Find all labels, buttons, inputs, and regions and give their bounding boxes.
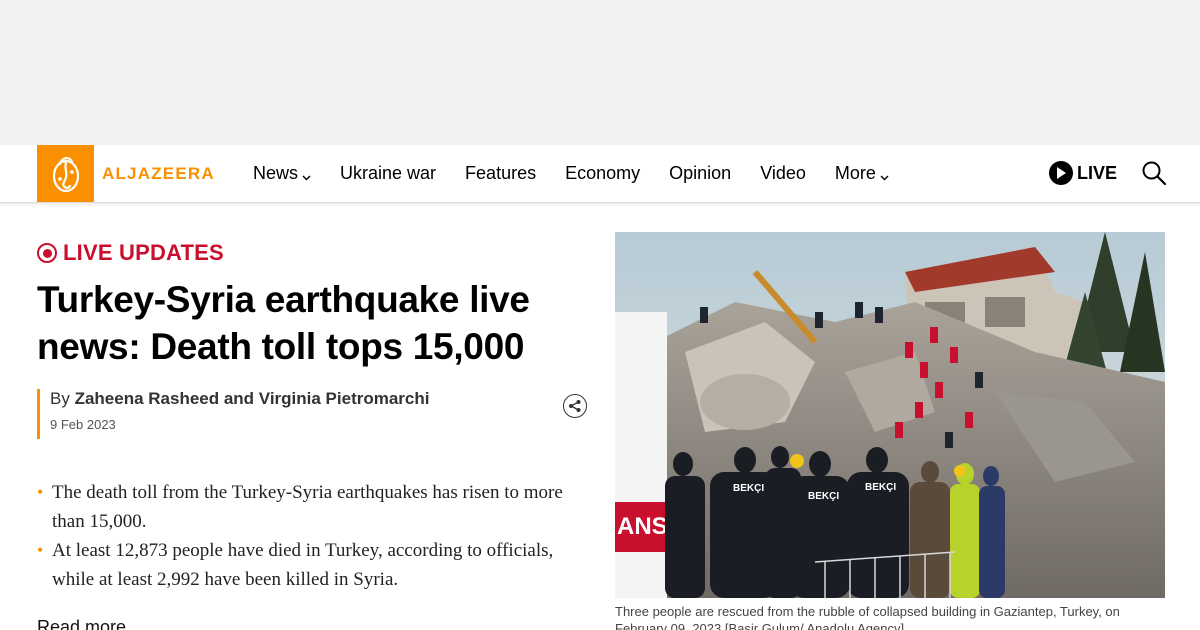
search-icon[interactable]	[1141, 160, 1167, 186]
live-updates-kicker: LIVE UPDATES	[37, 240, 224, 266]
nav-item-more[interactable]: More	[835, 161, 889, 186]
live-button-label: LIVE	[1077, 162, 1118, 183]
summary-bullet: At least 12,873 people have died in Turk…	[37, 536, 592, 594]
nav-item-label: Opinion	[669, 163, 732, 183]
read-more-link[interactable]: Read more	[37, 617, 126, 630]
nav-item-opinion[interactable]: Opinion	[669, 163, 731, 184]
nav-item-ukraine-war[interactable]: Ukraine war	[340, 163, 436, 184]
byline: By Zaheena Rasheed and Virginia Pietroma…	[37, 389, 429, 439]
nav-item-label: Ukraine war	[340, 163, 437, 183]
live-button[interactable]: LIVE	[1049, 161, 1117, 185]
nav-item-news[interactable]: News	[253, 161, 311, 186]
nav-item-label: Features	[465, 163, 537, 183]
main-navigation: News Ukraine war Features Economy Opinion Vid…	[253, 145, 918, 202]
article-headline: Turkey-Syria earthquake live news: Death…	[37, 279, 530, 367]
share-icon[interactable]	[563, 394, 587, 418]
nav-item-features[interactable]: Features	[465, 163, 536, 184]
summary-bullet: The death toll from the Turkey-Syria ear…	[37, 478, 592, 536]
author-names[interactable]: Zaheena Rasheed and Virginia Pietromarch…	[75, 389, 430, 408]
byline-authors-line: By Zaheena Rasheed and Virginia Pietroma…	[50, 389, 429, 409]
vest-label-2: BEKÇI	[808, 491, 839, 502]
live-updates-label: LIVE UPDATES	[63, 240, 224, 265]
nav-item-label: Video	[760, 163, 806, 183]
summary-bullets: The death toll from the Turkey-Syria ear…	[37, 478, 592, 594]
nav-item-label: More	[834, 163, 876, 183]
article-photo: ANS BEKÇI BEKÇI BEKÇI	[615, 232, 1165, 598]
publish-date: 9 Feb 2023	[50, 417, 116, 432]
chevron-down-icon	[302, 165, 311, 186]
byline-prefix: By	[50, 389, 75, 408]
nav-item-video[interactable]: Video	[760, 163, 806, 184]
brand-wordmark[interactable]: ALJAZEERA	[102, 164, 215, 184]
advertisement-band	[0, 0, 1200, 145]
site-header: ALJAZEERA News Ukraine war Features Economy…	[0, 145, 1200, 203]
nav-item-economy[interactable]: Economy	[565, 163, 640, 184]
play-icon	[1049, 161, 1073, 185]
vest-label-1: BEKÇI	[733, 483, 764, 494]
ambulance-text: ANS	[617, 513, 668, 540]
photo-caption: Three people are rescued from the rubble…	[615, 604, 1120, 630]
nav-item-label: Economy	[565, 163, 641, 183]
live-dot-icon	[37, 243, 57, 263]
vest-label-3: BEKÇI	[865, 482, 896, 493]
aljazeera-logo-icon[interactable]	[37, 145, 94, 202]
chevron-down-icon	[880, 165, 889, 186]
nav-item-label: News	[253, 163, 299, 183]
